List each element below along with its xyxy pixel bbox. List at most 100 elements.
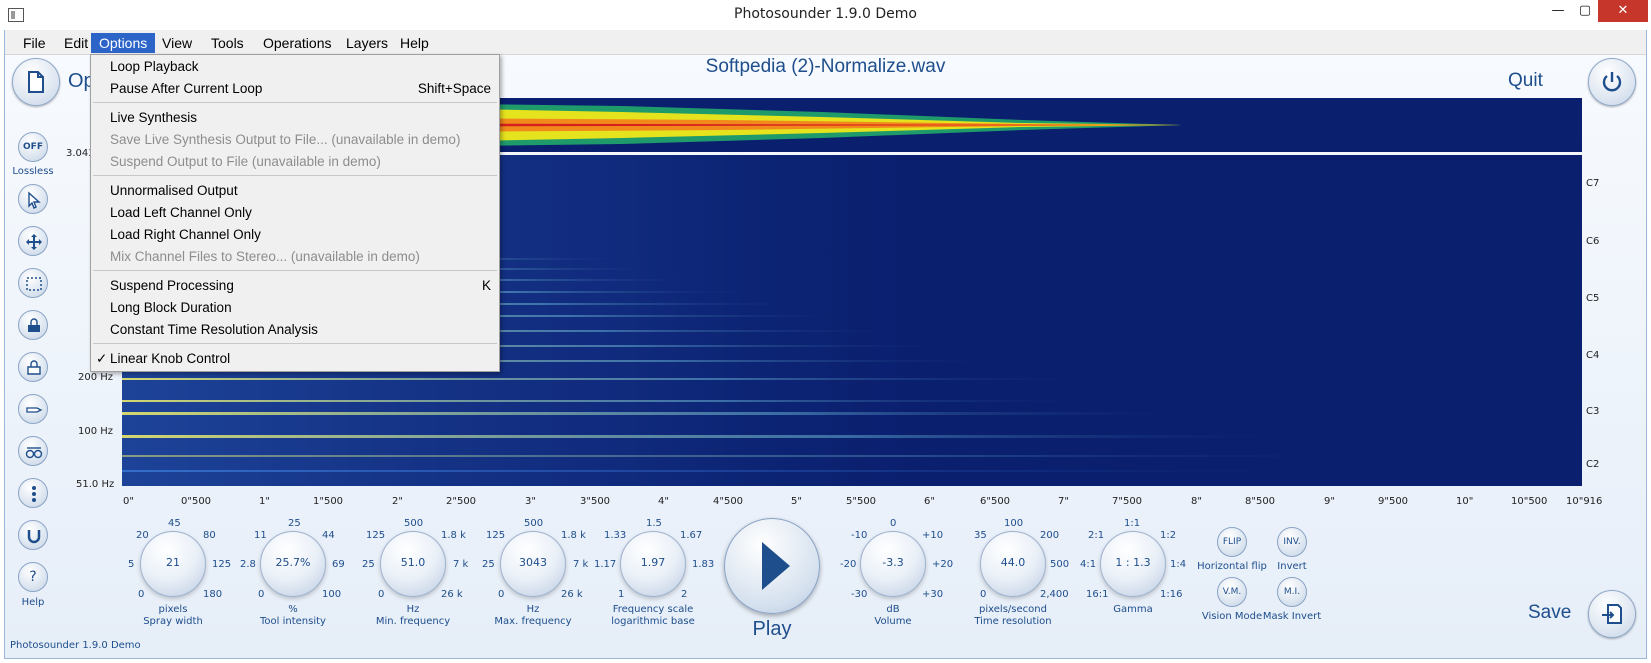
time-tick: 8" bbox=[1191, 496, 1202, 507]
knob-value: 51.0 bbox=[400, 556, 426, 569]
rect-select-tool[interactable] bbox=[18, 268, 48, 298]
menu-options[interactable]: Options bbox=[91, 33, 156, 53]
knob-scale: 25 bbox=[288, 518, 301, 529]
knob-scale: 500 bbox=[1050, 559, 1070, 570]
knob-scale: 200 bbox=[1040, 530, 1060, 541]
tape-icon bbox=[25, 447, 43, 459]
invert-button[interactable]: INV. bbox=[1277, 527, 1307, 557]
knob-value: 1 : 1.3 bbox=[1115, 556, 1151, 569]
mask-invert-label: Mask Invert bbox=[1262, 611, 1322, 622]
knob-scale: 1.83 bbox=[692, 559, 715, 570]
flip-button[interactable]: FLIP bbox=[1217, 527, 1247, 557]
frequency-scale-knob[interactable]: 1.97 bbox=[620, 531, 686, 597]
save-button[interactable] bbox=[1588, 590, 1636, 638]
knob-unit: Frequency scale bbox=[612, 604, 694, 615]
menu-view[interactable]: View bbox=[154, 33, 200, 53]
time-tick: 1"500 bbox=[313, 496, 344, 507]
options-menu: Loop Playback Pause After Current Loop Sh… bbox=[90, 54, 500, 372]
max-frequency-knob[interactable]: 3043 bbox=[500, 531, 566, 597]
menu-item-linear-knob-control[interactable]: ✓ Linear Knob Control bbox=[91, 348, 499, 370]
knob-scale: 2:1 bbox=[1088, 530, 1105, 541]
time-tick: 1" bbox=[259, 496, 270, 507]
pot-tool[interactable] bbox=[18, 352, 48, 382]
help-button[interactable]: ? bbox=[18, 562, 48, 592]
menu-item-constant-time-resolution[interactable]: Constant Time Resolution Analysis bbox=[91, 319, 499, 341]
knob-scale: 80 bbox=[203, 530, 216, 541]
knob-scale: 125 bbox=[366, 530, 386, 541]
knob-scale: 2.8 bbox=[240, 559, 256, 570]
knob-scale: 7 k bbox=[573, 559, 589, 570]
knob-scale: 125 bbox=[486, 530, 506, 541]
mask-invert-button[interactable]: M.I. bbox=[1277, 577, 1307, 607]
spray-tool[interactable] bbox=[18, 394, 48, 424]
vision-mode-button[interactable]: V.M. bbox=[1217, 577, 1247, 607]
time-tick: 6"500 bbox=[980, 496, 1011, 507]
quit-label[interactable]: Quit bbox=[1508, 70, 1543, 92]
menu-item-label: Linear Knob Control bbox=[110, 351, 231, 366]
time-resolution-knob[interactable]: 44.0 bbox=[980, 531, 1046, 597]
knob-scale: 1.67 bbox=[680, 530, 703, 541]
play-label[interactable]: Play bbox=[730, 618, 814, 641]
open-button[interactable] bbox=[12, 58, 60, 106]
menu-item-load-left-channel[interactable]: Load Left Channel Only bbox=[91, 202, 499, 224]
knob-value: 44.0 bbox=[1000, 556, 1026, 569]
menu-item-mix-channel-files: Mix Channel Files to Stereo... (unavaila… bbox=[91, 246, 499, 268]
volume-knob[interactable]: -3.3 bbox=[860, 531, 926, 597]
time-tick: 4"500 bbox=[713, 496, 744, 507]
knob-scale: 7 k bbox=[453, 559, 469, 570]
knob-scale: 1.8 k bbox=[441, 530, 466, 541]
knob-unit: pixels bbox=[158, 604, 188, 615]
play-button[interactable] bbox=[724, 518, 820, 614]
quit-button[interactable] bbox=[1588, 58, 1636, 106]
spray-width-knob[interactable]: 21 bbox=[140, 531, 206, 597]
more-tool[interactable] bbox=[18, 478, 48, 508]
select-tool[interactable] bbox=[18, 184, 48, 214]
menu-help[interactable]: Help bbox=[392, 33, 437, 53]
gamma-knob[interactable]: 1 : 1.3 bbox=[1100, 531, 1166, 597]
freq-label-51: 51.0 Hz bbox=[76, 479, 115, 490]
bucket-tool[interactable] bbox=[18, 310, 48, 340]
menu-item-long-block-duration[interactable]: Long Block Duration bbox=[91, 297, 499, 319]
menu-operations[interactable]: Operations bbox=[255, 33, 339, 53]
menu-separator bbox=[93, 175, 497, 176]
knob-scale: 500 bbox=[524, 518, 544, 529]
time-tick: 3"500 bbox=[580, 496, 611, 507]
magnet-tool[interactable] bbox=[18, 520, 48, 550]
knob-label: Spray width bbox=[143, 616, 203, 627]
min-frequency-knob[interactable]: 51.0 bbox=[380, 531, 446, 597]
knob-unit: Hz bbox=[406, 604, 420, 615]
maximize-button[interactable]: ▢ bbox=[1572, 0, 1598, 22]
menu-separator bbox=[93, 343, 497, 344]
marquee-icon bbox=[26, 277, 42, 291]
tape-tool[interactable] bbox=[18, 436, 48, 466]
menu-item-label: Load Right Channel Only bbox=[110, 227, 261, 242]
note-label-c5: C5 bbox=[1586, 293, 1600, 304]
close-button[interactable]: ✕ bbox=[1598, 0, 1648, 22]
knob-scale: 0 bbox=[890, 518, 897, 529]
power-icon bbox=[1602, 72, 1622, 92]
menu-layers[interactable]: Layers bbox=[338, 33, 396, 53]
menu-item-unnormalised-output[interactable]: Unnormalised Output bbox=[91, 180, 499, 202]
menu-separator bbox=[93, 102, 497, 103]
menu-tools[interactable]: Tools bbox=[203, 33, 252, 53]
save-label[interactable]: Save bbox=[1528, 602, 1571, 624]
cursor-icon bbox=[28, 191, 41, 209]
menu-item-label: Suspend Output to File (unavailable in d… bbox=[110, 154, 381, 169]
move-tool[interactable] bbox=[18, 226, 48, 256]
menu-item-loop-playback[interactable]: Loop Playback bbox=[91, 56, 499, 78]
tool-intensity-knob[interactable]: 25.7% bbox=[260, 531, 326, 597]
time-tick: 10"500 bbox=[1511, 496, 1548, 507]
menu-item-label: Mix Channel Files to Stereo... (unavaila… bbox=[110, 249, 420, 264]
knob-scale: 0 bbox=[138, 589, 145, 600]
export-icon bbox=[1602, 604, 1622, 624]
menu-item-pause-after-loop[interactable]: Pause After Current Loop Shift+Space bbox=[91, 78, 499, 100]
time-tick: 0" bbox=[123, 496, 134, 507]
menu-item-load-right-channel[interactable]: Load Right Channel Only bbox=[91, 224, 499, 246]
note-label-c4: C4 bbox=[1586, 350, 1600, 361]
menu-item-live-synthesis[interactable]: Live Synthesis bbox=[91, 107, 499, 129]
minimize-button[interactable]: — bbox=[1545, 0, 1571, 22]
knob-scale: +30 bbox=[922, 589, 944, 600]
menu-file[interactable]: File bbox=[15, 33, 54, 53]
lossless-toggle[interactable]: OFF bbox=[18, 132, 48, 162]
menu-item-suspend-processing[interactable]: Suspend Processing K bbox=[91, 275, 499, 297]
